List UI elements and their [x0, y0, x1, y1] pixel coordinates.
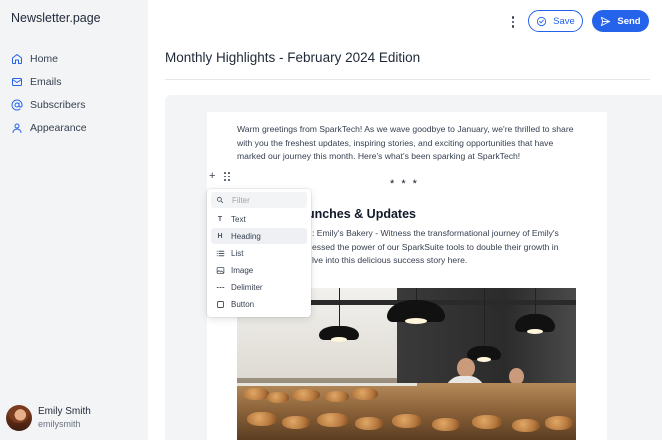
add-block-button[interactable]: + — [209, 170, 215, 182]
sidebar-item-label: Subscribers — [30, 98, 86, 111]
story-line: : Emily's Bakery - Witness the transform… — [312, 228, 559, 238]
sidebar-item-subscribers[interactable]: Subscribers — [0, 93, 148, 116]
photo-person — [457, 358, 475, 378]
check-circle-icon — [537, 16, 547, 26]
block-type-menu: T Text H Heading List Image Delimiter — [207, 189, 311, 317]
title-divider — [165, 79, 650, 80]
more-dot — [511, 25, 515, 28]
photo-lamp — [467, 288, 501, 368]
send-icon — [601, 16, 611, 26]
photo-bread — [325, 391, 349, 402]
home-icon — [12, 53, 22, 64]
button-icon — [215, 300, 225, 309]
sidebar: Newsletter.page Home Emails Subscribers … — [0, 0, 148, 440]
photo-lamp — [387, 288, 445, 328]
story-line: essed the power of our SparkSuite tools … — [312, 241, 559, 252]
photo-bread — [247, 412, 277, 426]
send-button-label: Send — [617, 15, 641, 27]
menu-item-label: Button — [231, 299, 255, 309]
drag-handle-icon[interactable] — [224, 172, 232, 181]
more-options-button[interactable] — [507, 14, 519, 30]
menu-item-label: Delimiter — [231, 282, 263, 292]
image-icon — [215, 266, 225, 275]
photo-lamp — [515, 288, 555, 338]
more-dot — [511, 16, 515, 19]
story-paragraph[interactable]: : Emily's Bakery - Witness the transform… — [312, 227, 582, 268]
sidebar-item-label: Home — [30, 52, 59, 65]
filter-field[interactable] — [211, 192, 307, 208]
menu-item-label: Heading — [231, 231, 261, 241]
photo-bread — [392, 414, 422, 428]
search-icon — [216, 196, 224, 204]
sidebar-item-home[interactable]: Home — [0, 47, 148, 70]
user-profile[interactable]: Emily Smith emilysmith — [6, 405, 91, 431]
menu-item-label: List — [231, 248, 244, 258]
photo-lamp — [319, 288, 359, 348]
photo-bread — [355, 417, 383, 430]
photo-bread — [352, 388, 378, 400]
sidebar-nav: Home Emails Subscribers Appearance — [0, 47, 148, 139]
app-window: Newsletter.page Home Emails Subscribers … — [0, 0, 662, 440]
user-handle: emilysmith — [38, 419, 81, 429]
sidebar-item-label: Emails — [30, 75, 62, 88]
photo-bread — [282, 416, 310, 429]
more-dot — [511, 20, 515, 24]
section-heading[interactable]: aunches & Updates — [300, 207, 416, 221]
delimiter-icon — [215, 283, 225, 292]
brand-title: Newsletter.page — [11, 11, 101, 25]
avatar — [6, 405, 32, 431]
user-name: Emily Smith — [38, 406, 91, 417]
sidebar-item-appearance[interactable]: Appearance — [0, 116, 148, 139]
heading-icon: H — [217, 232, 223, 240]
save-button-label: Save — [553, 15, 575, 27]
sidebar-item-emails[interactable]: Emails — [0, 70, 148, 93]
filter-input[interactable] — [232, 195, 302, 205]
list-icon — [215, 249, 225, 258]
menu-item-button[interactable]: Button — [211, 296, 307, 312]
photo-bread — [292, 389, 320, 401]
menu-item-text[interactable]: T Text — [211, 211, 307, 227]
photo-shelf — [237, 383, 417, 386]
user-icon — [12, 123, 22, 133]
send-button[interactable]: Send — [592, 10, 649, 32]
menu-item-heading[interactable]: H Heading — [211, 228, 307, 244]
text-icon: T — [217, 215, 223, 223]
photo-bread — [545, 416, 573, 430]
delimiter-block[interactable]: * * * — [390, 178, 419, 190]
menu-item-image[interactable]: Image — [211, 262, 307, 278]
photo-bread — [317, 413, 349, 427]
at-sign-icon — [11, 99, 23, 110]
menu-item-label: Text — [231, 214, 246, 224]
sidebar-item-label: Appearance — [30, 121, 87, 134]
photo-bread — [267, 392, 289, 403]
page-title[interactable]: Monthly Highlights - February 2024 Editi… — [165, 50, 420, 65]
photo-bread — [432, 418, 460, 431]
photo-bread — [243, 388, 269, 400]
photo-bread — [512, 419, 540, 432]
mail-icon — [12, 77, 22, 86]
intro-paragraph[interactable]: Warm greetings from SparkTech! As we wav… — [237, 123, 582, 164]
photo-bread — [472, 415, 502, 429]
menu-item-list[interactable]: List — [211, 245, 307, 261]
menu-item-delimiter[interactable]: Delimiter — [211, 279, 307, 295]
menu-item-label: Image — [231, 265, 254, 275]
story-line: lve into this delicious success story he… — [312, 255, 468, 265]
save-button[interactable]: Save — [528, 10, 583, 32]
